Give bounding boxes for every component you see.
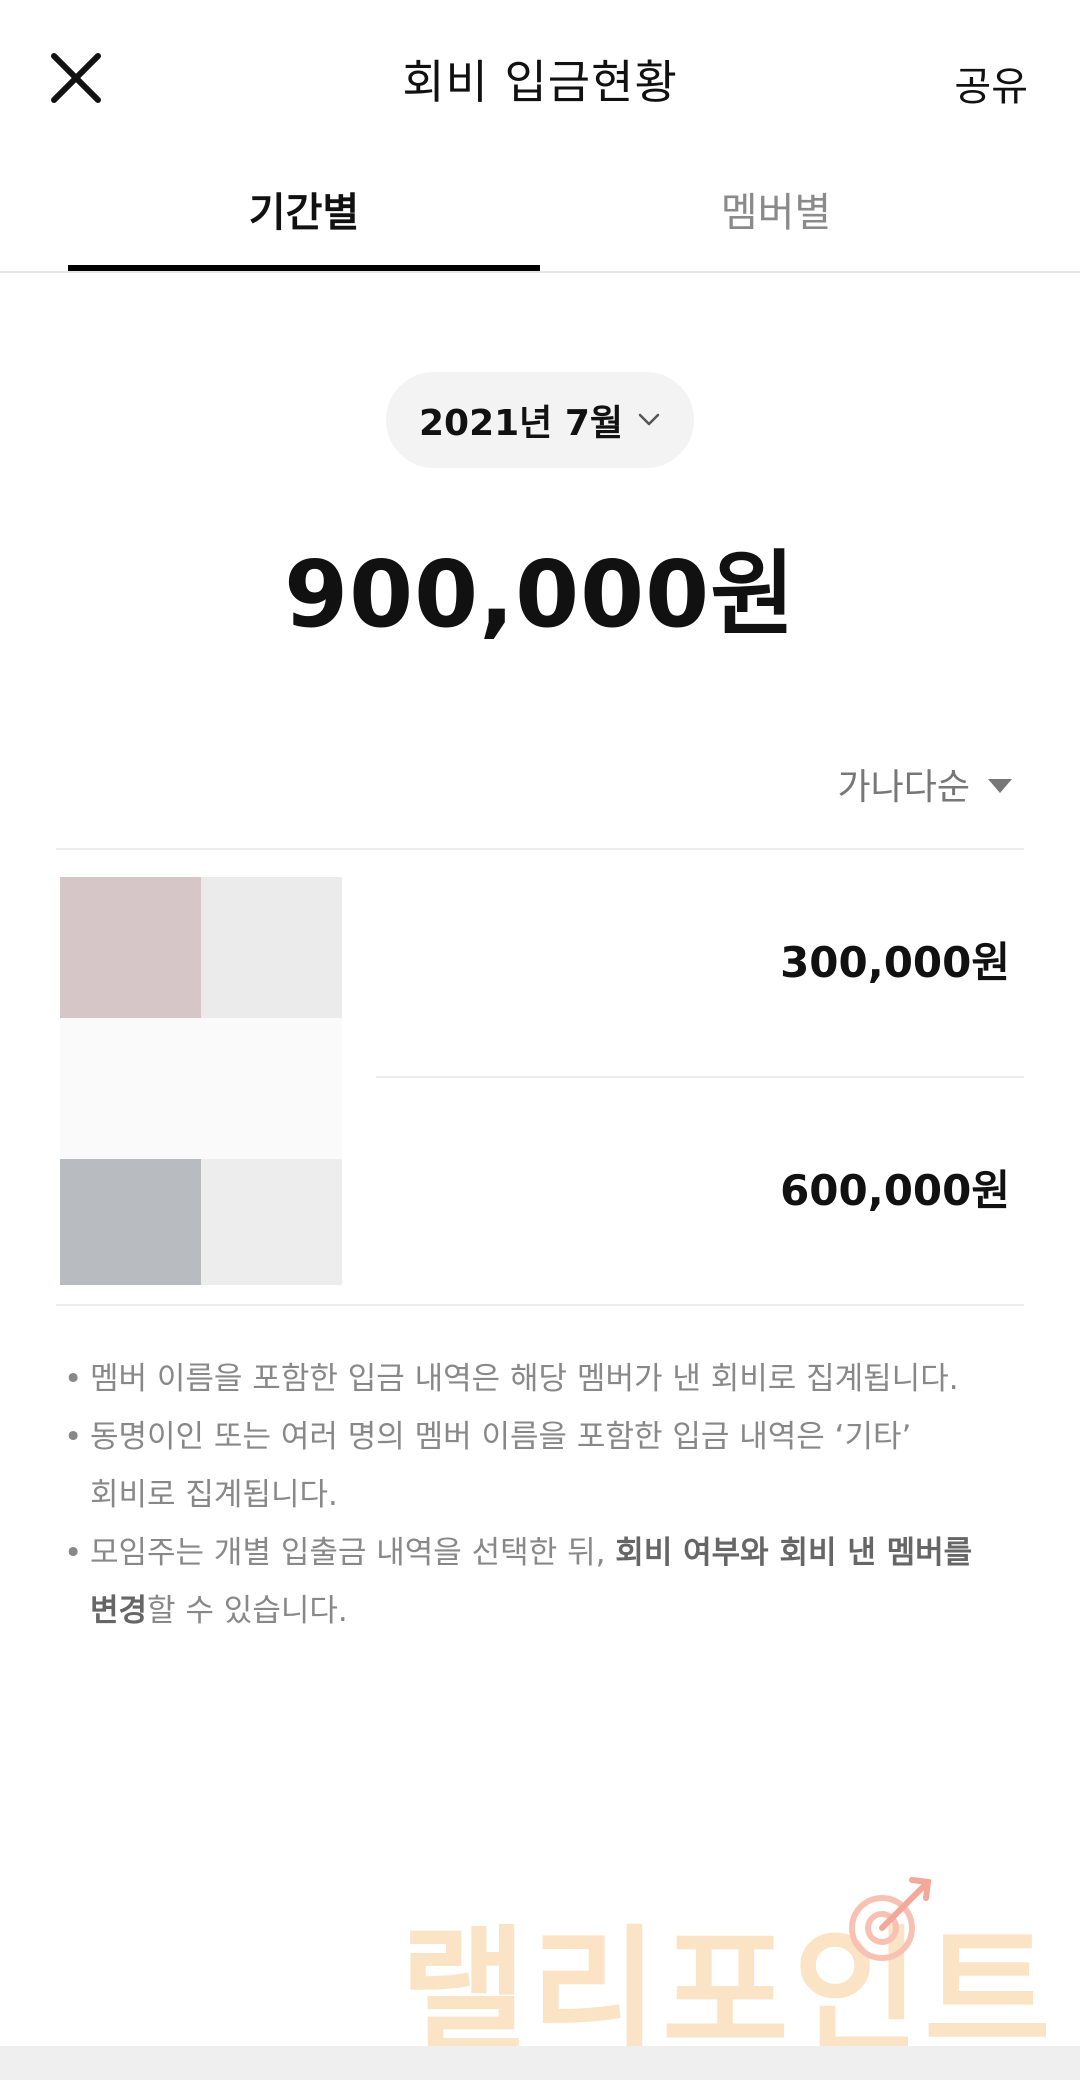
share-button[interactable]: 공유: [954, 54, 1028, 112]
bottom-bar: [0, 2046, 1080, 2080]
tab-by-member[interactable]: 멤버별: [540, 165, 1012, 271]
triangle-down-icon: [988, 779, 1012, 793]
member-amount: 300,000원: [780, 938, 1010, 987]
sort-dropdown[interactable]: 가나다순: [838, 758, 1012, 810]
avatar-block: [60, 877, 201, 1018]
tab-bar: 기간별 멤버별: [0, 165, 1080, 273]
note-item: • 모임주는 개별 입출금 내역을 선택한 뒤, 회비 여부와 회비 낸 멤버를…: [64, 1524, 1024, 1640]
note-text: 모임주는 개별 입출금 내역을 선택한 뒤,: [90, 1535, 616, 1571]
period-selector[interactable]: 2021년 7월: [386, 372, 694, 468]
header: 회비 입금현황 공유: [0, 0, 1080, 160]
note-item: • 멤버 이름을 포함한 입금 내역은 해당 멤버가 낸 회비로 집계됩니다.: [64, 1350, 1024, 1408]
page-title: 회비 입금현황: [402, 55, 678, 109]
note-text: 동명이인 또는 여러 명의 멤버 이름을 포함한 입금 내역은 ‘기타’: [90, 1419, 912, 1455]
bullet: •: [64, 1361, 83, 1397]
avatar-block: [201, 1159, 342, 1285]
list-divider-bottom: [56, 1304, 1024, 1306]
avatar-block: [60, 1159, 201, 1285]
note-text: 할 수 있습니다.: [147, 1593, 348, 1629]
bullet: •: [64, 1535, 83, 1571]
note-bold-text: 변경: [90, 1593, 148, 1629]
note-bold-text: 회비 여부와 회비 낸 멤버를: [615, 1535, 973, 1571]
note-text: 멤버 이름을 포함한 입금 내역은 해당 멤버가 낸 회비로 집계됩니다.: [90, 1361, 959, 1397]
tab-by-period[interactable]: 기간별: [68, 165, 540, 271]
chevron-down-icon: [638, 413, 660, 426]
info-notes: • 멤버 이름을 포함한 입금 내역은 해당 멤버가 낸 회비로 집계됩니다. …: [64, 1350, 1024, 1640]
member-amount: 600,000원: [780, 1166, 1010, 1215]
note-item: • 동명이인 또는 여러 명의 멤버 이름을 포함한 입금 내역은 ‘기타’ 회…: [64, 1408, 1024, 1524]
avatar-block: [201, 877, 342, 1018]
sort-label: 가나다순: [837, 767, 970, 808]
bullet: •: [64, 1419, 83, 1455]
member-avatar-blurred: [60, 877, 342, 1285]
note-text: 회비로 집계됩니다.: [90, 1477, 338, 1513]
period-label: 2021년 7월: [418, 403, 624, 444]
total-amount: 900,000원: [284, 541, 796, 648]
avatar-block: [60, 1018, 342, 1159]
dart-target-icon: [849, 1877, 932, 1961]
